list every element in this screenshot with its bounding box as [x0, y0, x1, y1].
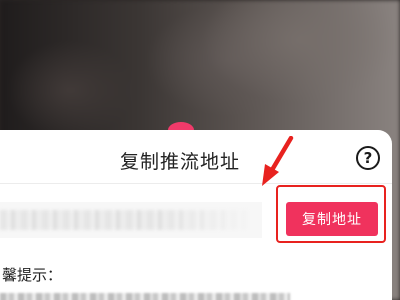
help-circle-icon[interactable]: ? [356, 146, 380, 170]
blurred-tip-text [0, 291, 300, 300]
title-divider [0, 183, 392, 184]
copy-address-button[interactable]: 复制地址 [286, 202, 378, 236]
blurred-tip-content [0, 293, 290, 300]
annotation-arrow-icon [262, 136, 294, 186]
url-fade [0, 202, 262, 238]
tip-label: 馨提示： [2, 266, 63, 284]
stream-url-field [0, 202, 262, 238]
dialog-title: 复制推流地址 [120, 151, 241, 173]
screen: 复制推流地址 ? 复制地址 馨提示： [0, 0, 400, 300]
